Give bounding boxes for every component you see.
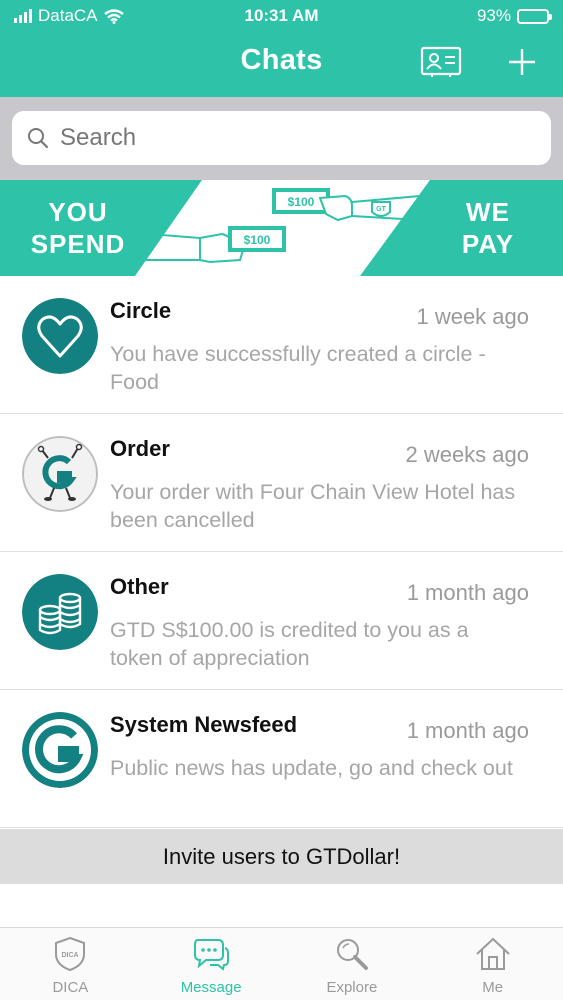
app-header: DataCA 10:31 AM 93% Chats: [0, 0, 563, 97]
gt-mascot-icon: [22, 436, 98, 512]
top-note-amount: $100: [288, 195, 315, 209]
banner-right-line1: WE: [466, 197, 510, 227]
chat-item-order[interactable]: Order 2 weeks ago Your order with Four C…: [0, 414, 563, 552]
chat-name: Order: [110, 436, 170, 461]
banner-right-line2: PAY: [461, 229, 515, 259]
search-icon: [28, 128, 49, 149]
chat-item-system-newsfeed[interactable]: System Newsfeed 1 month ago Public news …: [0, 690, 563, 828]
invite-users-button[interactable]: Invite users to GTDollar!: [0, 829, 563, 884]
status-bar: DataCA 10:31 AM 93%: [0, 0, 563, 34]
chat-name: Other: [110, 574, 169, 599]
chat-time: 1 month ago: [406, 718, 529, 743]
magnifier-icon: [336, 939, 368, 970]
gt-logo-icon: [22, 712, 98, 788]
search-box[interactable]: [12, 111, 551, 165]
chat-preview: You have successfully created a circle -…: [110, 342, 486, 394]
chat-time: 2 weeks ago: [405, 442, 529, 467]
tab-bar: DICA DICA Message Explore Me: [0, 927, 563, 1000]
contact-card-icon[interactable]: [420, 46, 462, 78]
chat-time: 1 month ago: [406, 580, 529, 605]
bottom-note-amount: $100: [244, 233, 271, 247]
dica-shield-icon: DICA: [55, 936, 86, 972]
chat-preview: Your order with Four Chain View Hotel ha…: [110, 480, 516, 532]
battery-percent: 93%: [476, 6, 511, 25]
chat-name: Circle: [110, 298, 172, 323]
chat-time: 1 week ago: [416, 304, 529, 329]
banner-we-pay: WE PAY: [432, 196, 544, 260]
chat-bubbles-icon: [194, 939, 230, 971]
home-icon: [475, 937, 510, 970]
tab-dica[interactable]: DICA DICA: [0, 928, 141, 1000]
shield-label: GT: [376, 206, 386, 213]
add-icon[interactable]: [506, 46, 538, 78]
tab-label: DICA: [52, 979, 89, 996]
tab-explore[interactable]: Explore: [282, 928, 423, 1000]
search-input[interactable]: [60, 124, 520, 152]
chat-item-other[interactable]: Other 1 month ago GTD S$100.00 is credit…: [0, 552, 563, 690]
banner-you-spend: YOU SPEND: [18, 196, 138, 260]
tab-me[interactable]: Me: [422, 928, 563, 1000]
tab-message[interactable]: Message: [141, 928, 282, 1000]
dica-icon-text: DICA: [62, 952, 79, 959]
chat-item-circle[interactable]: Circle 1 week ago You have successfully …: [0, 276, 563, 414]
banner-left-line1: YOU: [48, 197, 108, 227]
search-bar-area: [0, 97, 563, 180]
chat-preview: Public news has update, go and check out: [110, 756, 513, 780]
coins-icon: [22, 574, 98, 650]
battery-icon: [517, 8, 552, 24]
banner-left-line2: SPEND: [30, 229, 126, 259]
heart-icon: [22, 298, 98, 374]
tab-label: Explore: [326, 979, 378, 996]
tab-label: Me: [482, 979, 504, 996]
tab-label: Message: [180, 979, 242, 996]
chat-list: Circle 1 week ago You have successfully …: [0, 276, 563, 828]
page-title: Chats: [240, 44, 323, 76]
status-right: 93%: [476, 6, 552, 26]
promo-banner[interactable]: $100 GT $100 YOU SPEND WE PAY: [0, 180, 563, 276]
chat-name: System Newsfeed: [110, 712, 298, 737]
chat-preview: GTD S$100.00 is credited to you as a tok…: [110, 618, 469, 670]
